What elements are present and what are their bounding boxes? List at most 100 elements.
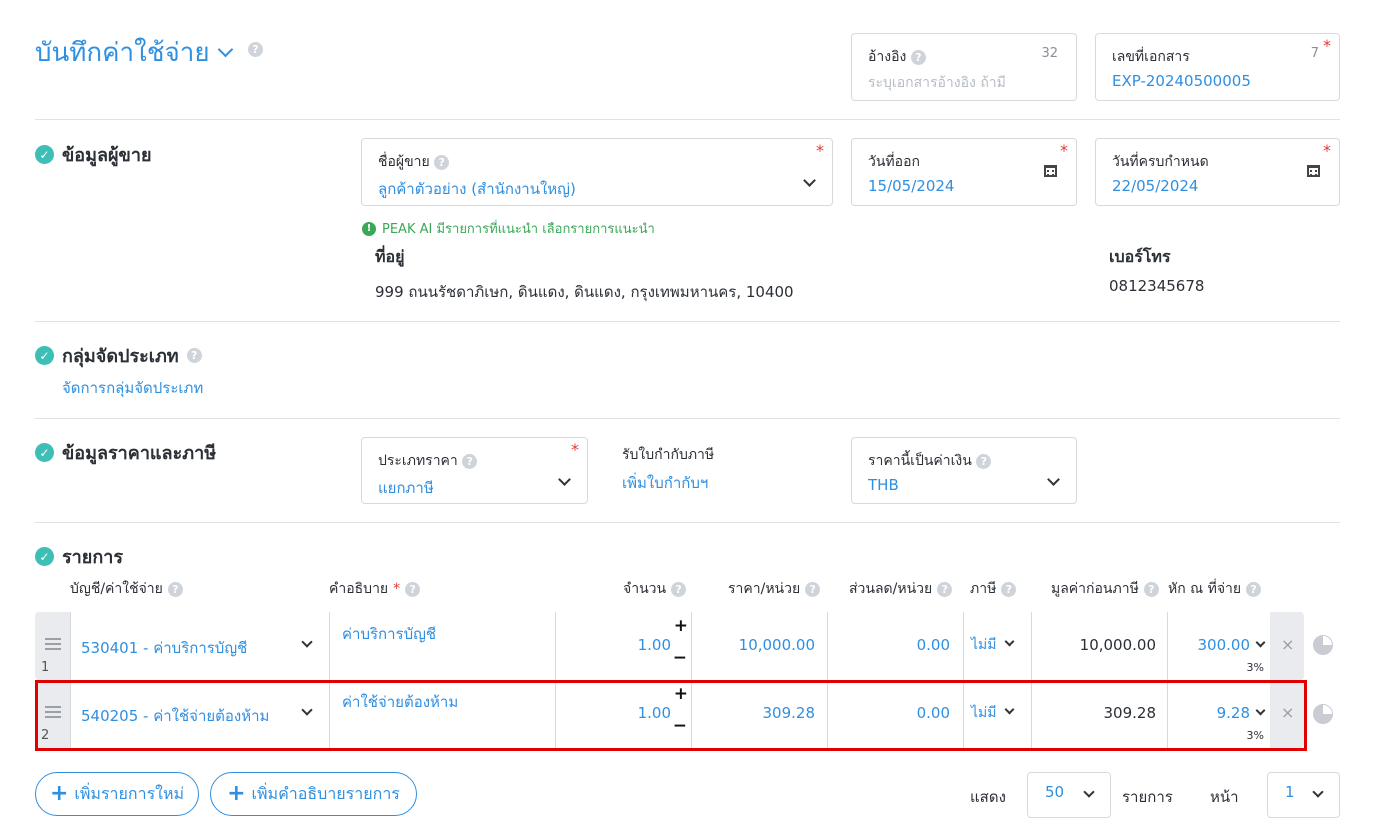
col-description: คำอธิบาย *? <box>329 578 421 600</box>
col-discount: ส่วนลด/หน่วย? <box>849 578 953 600</box>
due-date-label: วันที่ครบกำหนด <box>1112 154 1209 170</box>
section-title: ข้อมูลราคาและภาษี <box>62 443 217 464</box>
help-icon[interactable]: ? <box>910 49 926 65</box>
help-icon[interactable]: ? <box>671 581 687 597</box>
page-size-select[interactable]: 50 <box>1027 772 1111 818</box>
required-mark: * <box>1323 141 1331 160</box>
help-icon[interactable]: ? <box>462 453 478 469</box>
chevron-down-icon <box>301 636 313 648</box>
col-account: บัญชี/ค่าใช้จ่าย? <box>70 578 183 600</box>
description-input[interactable]: ค่าบริการบัญชี <box>329 612 555 680</box>
help-icon[interactable]: ? <box>186 348 202 363</box>
required-mark: * <box>571 440 579 459</box>
vendor-name-value: ลูกค้าตัวอย่าง (สำนักงานใหญ่) <box>378 180 576 198</box>
ai-suggestion[interactable]: ! PEAK AI มีรายการที่แนะนำ เลือกรายการแน… <box>362 218 655 239</box>
highlight-box <box>35 680 1307 751</box>
required-mark: * <box>816 141 824 160</box>
tax-invoice-label: รับใบกำกับภาษี <box>622 447 715 463</box>
currency-label: ราคานี้เป็นค่าเงิน <box>868 453 972 469</box>
pie-chart-icon[interactable] <box>1313 704 1333 724</box>
chevron-down-icon <box>1255 637 1266 648</box>
calendar-icon[interactable] <box>1307 165 1320 177</box>
col-unit-price: ราคา/หน่วย? <box>728 578 821 600</box>
vendor-name-select[interactable]: ชื่อผู้ขาย ? * ลูกค้าตัวอย่าง (สำนักงานใ… <box>361 138 833 206</box>
issue-date-label: วันที่ออก <box>868 154 920 170</box>
col-tax: ภาษี? <box>970 578 1017 600</box>
divider <box>35 321 1340 322</box>
reference-field[interactable]: อ้างอิง ? 32 ระบุเอกสารอ้างอิง ถ้ามี <box>851 33 1077 101</box>
check-circle-icon: ✓ <box>35 346 54 365</box>
help-icon[interactable]: ? <box>167 581 183 597</box>
help-icon[interactable]: ? <box>434 154 450 170</box>
manage-category-link[interactable]: จัดการกลุ่มจัดประเภท <box>62 376 203 400</box>
wht-select[interactable]: 300.00 3% <box>1167 612 1270 680</box>
discount-input[interactable]: 0.00 <box>827 612 963 680</box>
add-tax-invoice-link[interactable]: เพิ่มใบกำกับฯ <box>622 471 708 495</box>
help-icon[interactable]: ? <box>937 581 953 597</box>
chevron-down-icon <box>1004 636 1015 647</box>
help-icon[interactable]: ? <box>1001 581 1017 597</box>
divider <box>35 522 1340 523</box>
section-category: ✓ กลุ่มจัดประเภท ? <box>35 341 202 370</box>
page-select[interactable]: 1 <box>1267 772 1340 818</box>
page-title: บันทึกค่าใช้จ่าย <box>35 38 210 68</box>
help-icon[interactable]: ? <box>976 453 992 469</box>
issue-date-field[interactable]: วันที่ออก * 15/05/2024 <box>851 138 1077 206</box>
page-title-dropdown[interactable]: บันทึกค่าใช้จ่าย <box>35 32 233 73</box>
increment-icon[interactable]: + <box>674 616 688 636</box>
chevron-down-icon <box>1047 473 1060 486</box>
help-icon[interactable]: ? <box>805 581 821 597</box>
due-date-value: 22/05/2024 <box>1112 177 1199 195</box>
show-label: แสดง <box>970 788 1006 806</box>
help-icon[interactable]: ? <box>1246 581 1262 597</box>
currency-value: THB <box>868 476 899 494</box>
section-title: ข้อมูลผู้ขาย <box>62 145 152 166</box>
help-icon[interactable]: ? <box>405 581 421 597</box>
check-circle-icon: ✓ <box>35 145 54 164</box>
address-label: ที่อยู่ <box>375 247 405 266</box>
table-row: 1 530401 - ค่าบริการบัญชี ค่าบริการบัญชี… <box>35 612 1304 680</box>
chevron-down-icon <box>1083 786 1095 798</box>
divider <box>35 119 1340 120</box>
chevron-down-icon <box>558 473 571 486</box>
unit-price-input[interactable]: 10,000.00 <box>691 612 827 680</box>
issue-date-value: 15/05/2024 <box>868 177 955 195</box>
check-circle-icon: ✓ <box>35 443 54 462</box>
section-vendor: ✓ ข้อมูลผู้ขาย <box>35 140 152 169</box>
check-circle-icon: ✓ <box>35 547 54 566</box>
help-icon[interactable]: ? <box>1143 581 1159 597</box>
col-wht: หัก ณ ที่จ่าย? <box>1168 578 1262 600</box>
col-qty: จำนวน? <box>623 578 687 600</box>
vendor-name-label: ชื่อผู้ขาย <box>378 154 430 170</box>
phone-label: เบอร์โทร <box>1109 247 1171 266</box>
divider <box>35 418 1340 419</box>
items-label: รายการ <box>1122 788 1173 806</box>
close-icon[interactable]: × <box>1281 635 1294 654</box>
page-label: หน้า <box>1210 788 1239 806</box>
add-item-button[interactable]: + เพิ่มรายการใหม่ <box>35 772 199 816</box>
pie-chart-icon[interactable] <box>1313 635 1333 655</box>
row-index: 1 <box>41 660 50 675</box>
price-type-select[interactable]: ประเภทราคา ? * แยกภาษี <box>361 437 588 504</box>
currency-select[interactable]: ราคานี้เป็นค่าเงิน ? THB <box>851 437 1077 504</box>
char-count: 32 <box>1041 46 1058 61</box>
address-value: 999 ถนนรัชดาภิเษก, ดินแดง, ดินแดง, กรุงเ… <box>375 283 794 301</box>
char-count: 7 <box>1310 46 1319 61</box>
account-select[interactable]: 530401 - ค่าบริการบัญชี <box>70 612 329 680</box>
plus-icon: + <box>227 781 246 806</box>
doc-number-field[interactable]: เลขที่เอกสาร 7 * EXP-20240500005 <box>1095 33 1340 101</box>
help-icon[interactable]: ? <box>248 42 263 57</box>
section-items: ✓ รายการ <box>35 542 123 571</box>
add-description-button[interactable]: + เพิ่มคำอธิบายรายการ <box>210 772 417 816</box>
due-date-field[interactable]: วันที่ครบกำหนด * 22/05/2024 <box>1095 138 1340 206</box>
chevron-down-icon <box>217 41 233 58</box>
section-price-tax: ✓ ข้อมูลราคาและภาษี <box>35 438 216 467</box>
calendar-icon[interactable] <box>1044 165 1057 177</box>
section-title: กลุ่มจัดประเภท <box>62 346 179 367</box>
drag-handle-icon[interactable] <box>45 638 61 650</box>
col-pre-tax: มูลค่าก่อนภาษี? <box>1051 578 1159 600</box>
tax-select[interactable]: ไม่มี <box>963 612 1031 680</box>
decrement-icon[interactable]: − <box>673 648 687 668</box>
quantity-stepper[interactable]: 1.00 + − <box>555 612 691 680</box>
chevron-down-icon <box>803 174 816 187</box>
